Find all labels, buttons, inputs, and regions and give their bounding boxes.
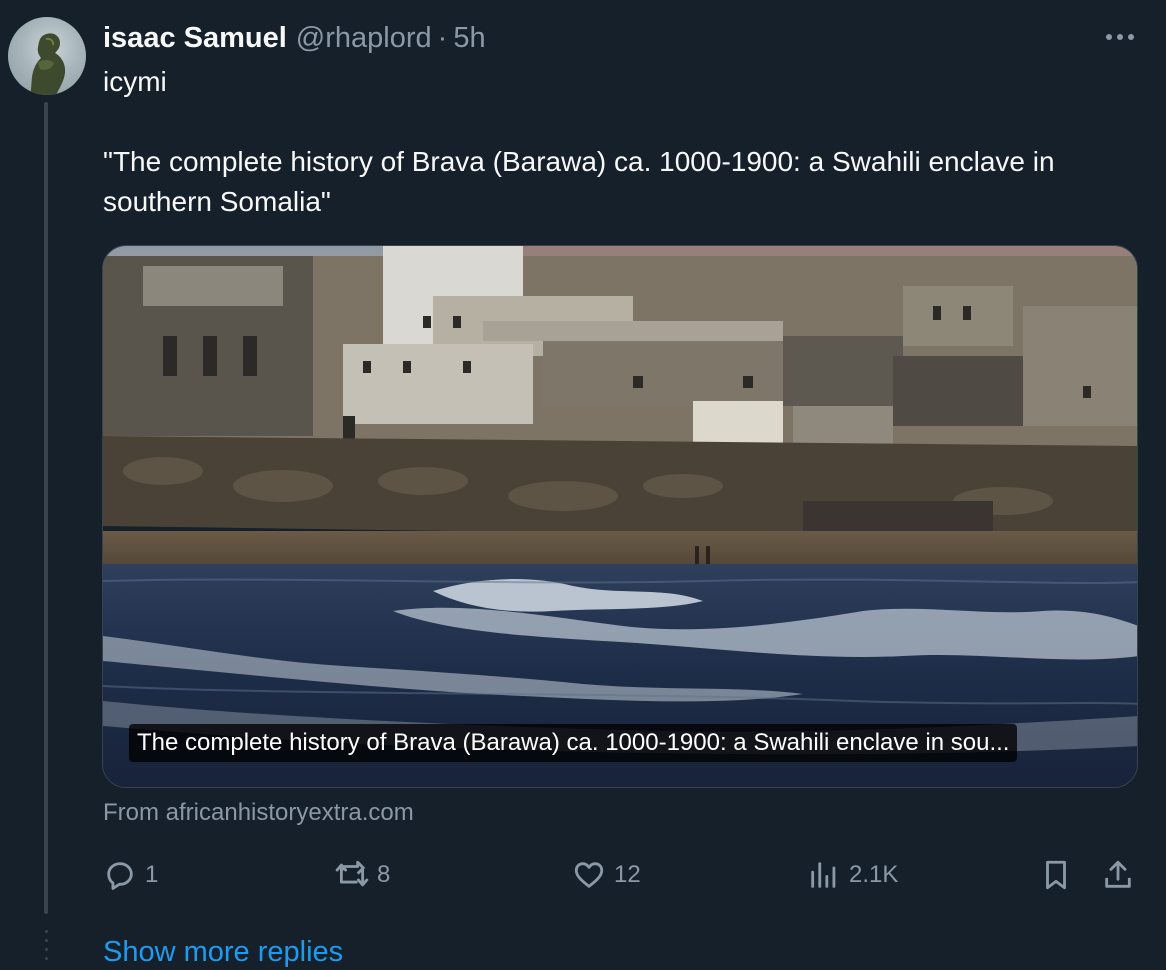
repost-button[interactable]: 8	[335, 852, 390, 898]
heart-icon	[574, 862, 604, 888]
tweet-text-line-1: icymi	[103, 66, 167, 97]
author-display-name[interactable]: isaac Samuel	[103, 22, 287, 55]
avatar-statue-image	[30, 33, 66, 95]
views-button[interactable]: 2.1K	[807, 852, 898, 898]
reply-button[interactable]: 1	[103, 852, 158, 898]
repost-count: 8	[377, 861, 391, 888]
card-image-coastal-town	[103, 246, 1137, 787]
thread-line	[44, 102, 48, 914]
bookmark-button[interactable]	[1039, 852, 1073, 898]
reply-icon	[107, 862, 133, 890]
author-handle[interactable]: @rhaplord	[296, 22, 432, 55]
share-button[interactable]	[1101, 852, 1135, 898]
share-icon	[1105, 860, 1131, 888]
action-bar: 1 8 12 2.1K	[103, 852, 1143, 898]
tweet-timestamp[interactable]: 5h	[453, 22, 485, 55]
reply-count: 1	[145, 861, 159, 888]
link-card[interactable]: The complete history of Brava (Barawa) c…	[102, 245, 1138, 788]
thread-continuation-dots	[44, 930, 48, 970]
show-more-replies-link[interactable]: Show more replies	[103, 932, 343, 970]
tweet-header: isaac Samuel @rhaplord · 5h	[103, 19, 486, 57]
header-separator: ·	[437, 21, 448, 54]
tweet-text-line-2: "The complete history of Brava (Barawa) …	[103, 146, 1055, 217]
tweet: isaac Samuel @rhaplord · 5h icymi "The c…	[0, 0, 1166, 970]
analytics-icon	[811, 862, 836, 888]
more-horizontal-icon	[1106, 34, 1134, 40]
card-title-overlay: The complete history of Brava (Barawa) c…	[129, 724, 1018, 762]
avatar[interactable]	[8, 17, 86, 95]
bookmark-icon	[1046, 860, 1066, 890]
like-button[interactable]: 12	[572, 852, 641, 898]
tweet-text: icymi "The complete history of Brava (Ba…	[103, 62, 1143, 222]
repost-icon	[335, 860, 369, 887]
view-count: 2.1K	[849, 861, 899, 888]
more-options-button[interactable]	[1100, 22, 1140, 52]
like-count: 12	[614, 861, 641, 888]
card-source-link[interactable]: From africanhistoryextra.com	[103, 796, 414, 830]
